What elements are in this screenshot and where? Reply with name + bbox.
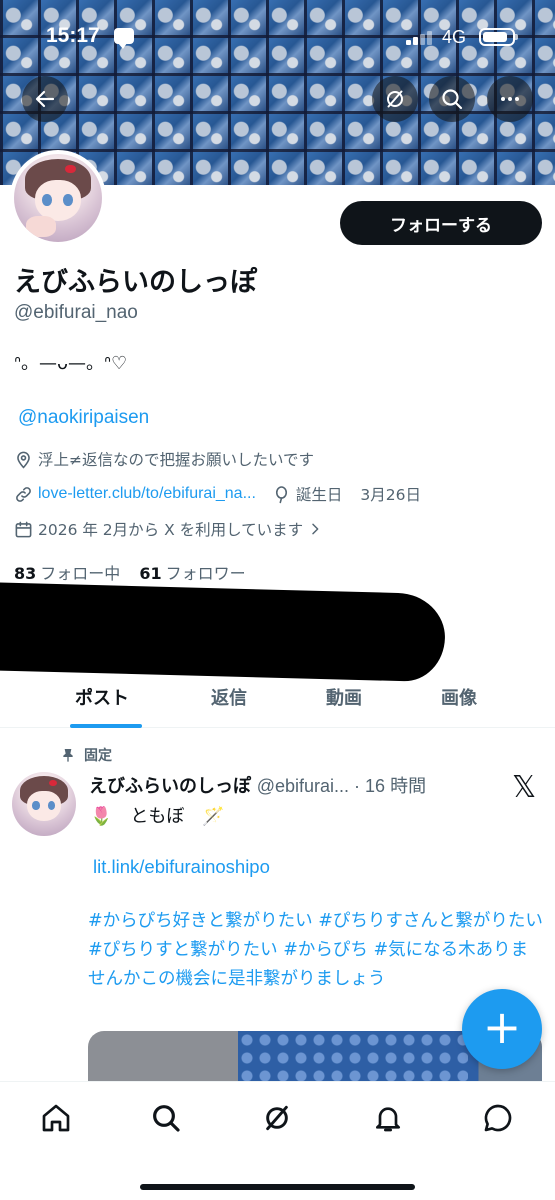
back-button[interactable] <box>22 76 68 122</box>
calendar-icon <box>15 521 32 537</box>
post-text-line: 🌷 ともぼ 🪄 <box>90 806 225 827</box>
nav-notifications[interactable] <box>368 1098 408 1138</box>
website-birthday-row: love-letter.club/to/ebifurai_na... 誕生日 3… <box>14 482 421 506</box>
post-header: えびふらいのしっぽ @ebifurai... · 16 時間 <box>89 772 426 798</box>
bio-mention-link[interactable]: @naokiripaisen <box>18 407 149 429</box>
chat-bubble-icon <box>484 1104 512 1132</box>
display-name: えびふらいのしっぽ <box>14 267 257 298</box>
joined-row[interactable]: 2026 年 2月から X を利用しています <box>14 517 328 541</box>
profile-avatar[interactable] <box>10 150 106 246</box>
tab-videos[interactable]: 動画 <box>326 684 362 710</box>
status-time: 15:17 <box>46 24 100 47</box>
following-link[interactable]: 83 フォロー中 <box>14 564 120 583</box>
birthday-date: 3月26日 <box>360 486 422 504</box>
nav-grok[interactable] <box>257 1098 297 1138</box>
post-hashtags[interactable]: #からぴち好きと繋がりたい #ぴちりすさんと繋がりたい #ぴちりすと繋がりたい … <box>88 907 543 994</box>
user-handle: @ebifurai_nao <box>14 302 138 323</box>
post-author-avatar[interactable] <box>12 772 76 836</box>
balloon-icon <box>275 485 287 503</box>
search-icon <box>442 89 463 110</box>
birthday-label: 誕生日 <box>295 486 343 504</box>
pinned-indicator: 固定 <box>60 745 112 765</box>
pinned-label: 固定 <box>84 748 112 764</box>
compose-post-button[interactable]: + <box>462 989 542 1069</box>
website-link[interactable]: love-letter.club/to/ebifurai_na... <box>38 485 256 503</box>
bottom-navigation <box>0 1081 555 1200</box>
avatar-image <box>14 154 102 242</box>
location-row: 浮上≠返信なので把握お願いしたいです <box>14 447 314 471</box>
redaction-mark <box>0 581 447 683</box>
arrow-left-icon <box>35 90 55 108</box>
network-type: 4G <box>442 27 467 47</box>
search-icon <box>153 1105 180 1132</box>
tab-posts[interactable]: ポスト <box>75 684 129 710</box>
location-pin-icon <box>17 451 30 469</box>
link-icon <box>16 486 31 502</box>
nav-home[interactable] <box>36 1098 76 1138</box>
home-icon <box>42 1104 70 1132</box>
search-button[interactable] <box>429 76 475 122</box>
joined-text: 2026 年 2月から X を利用しています <box>38 521 304 539</box>
followers-link[interactable]: 61 フォロワー <box>139 564 245 583</box>
tab-media[interactable]: 画像 <box>441 684 477 710</box>
pin-icon <box>63 749 73 762</box>
profile-bio: ᐢ。—ᴗ—。ᐢ♡ <box>14 353 128 374</box>
bell-icon <box>376 1107 400 1132</box>
plus-icon: + <box>482 1000 522 1054</box>
follow-counts: 83 フォロー中 61 フォロワー <box>14 560 246 584</box>
nav-explore[interactable] <box>146 1098 186 1138</box>
post-author-meta: @ebifurai... · 16 時間 <box>256 776 427 796</box>
home-indicator <box>140 1184 415 1190</box>
message-notification-icon <box>114 28 134 49</box>
signal-icon <box>406 31 434 45</box>
follow-button[interactable]: フォローする <box>340 201 542 245</box>
post-link[interactable]: lit.link/ebifurainoshipo <box>93 856 270 878</box>
status-bar: 15:17 4G <box>0 0 555 70</box>
active-tab-indicator <box>70 724 142 728</box>
chevron-right-icon <box>312 523 319 535</box>
grok-button[interactable] <box>372 76 418 122</box>
more-icon <box>501 97 519 101</box>
grok-icon <box>266 1105 288 1131</box>
profile-tabs: ポスト 返信 動画 画像 <box>0 670 555 728</box>
more-button[interactable] <box>487 76 533 122</box>
tab-replies[interactable]: 返信 <box>211 684 247 710</box>
grok-icon <box>387 90 403 108</box>
x-logo-icon[interactable]: 𝕏 <box>512 770 536 805</box>
post-author-name[interactable]: えびふらいのしっぽ <box>89 776 251 797</box>
location-text: 浮上≠返信なので把握お願いしたいです <box>38 451 315 469</box>
nav-messages[interactable] <box>478 1098 518 1138</box>
battery-icon <box>479 28 518 46</box>
